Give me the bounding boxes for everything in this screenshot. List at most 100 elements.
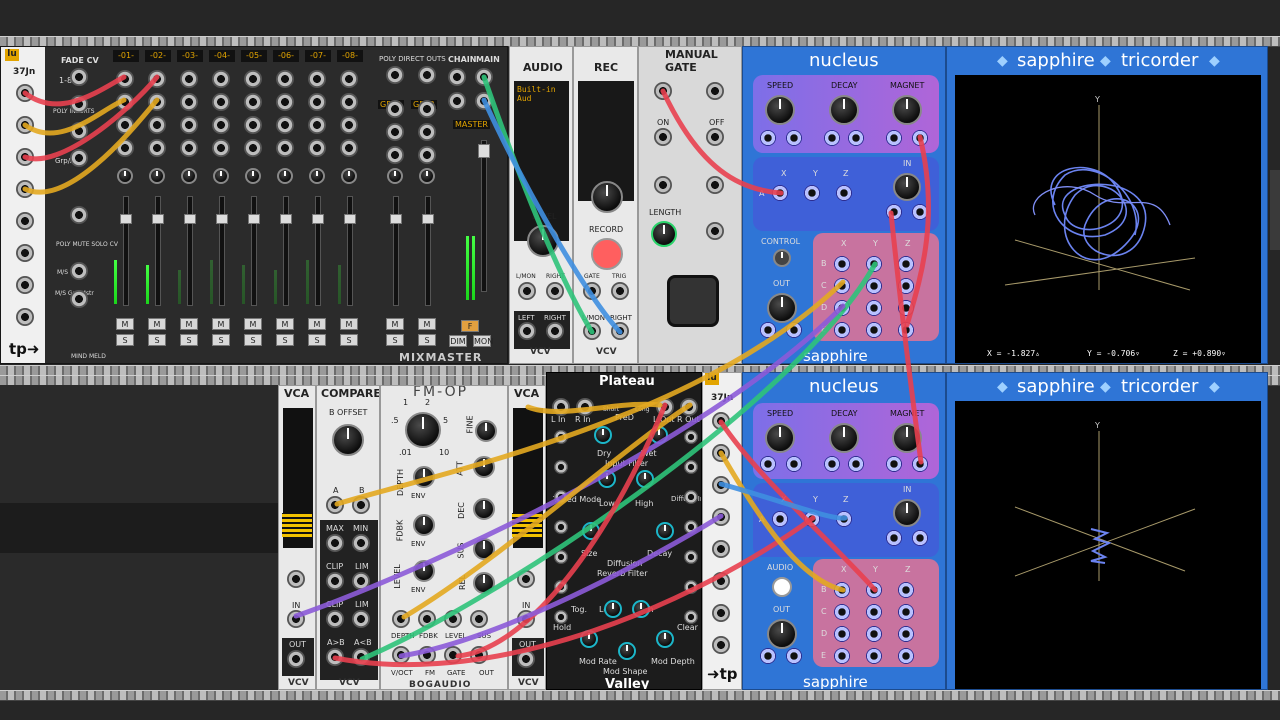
channel-input-jack[interactable]: [180, 93, 198, 111]
insert-jack[interactable]: [70, 95, 88, 113]
tp-jack[interactable]: [16, 308, 34, 326]
nucleus-bottom-magnet-knob[interactable]: [892, 423, 922, 453]
channel-input-jack[interactable]: [116, 93, 134, 111]
insert-jack[interactable]: [70, 149, 88, 167]
channel-input-jack[interactable]: [340, 139, 358, 157]
channel-fader[interactable]: [120, 214, 132, 224]
vca1-out-jack[interactable]: [287, 650, 305, 668]
channel-input-jack[interactable]: [308, 116, 326, 134]
nucleus-bottom-decay-knob[interactable]: [829, 423, 859, 453]
nucleus-output-jack[interactable]: [898, 322, 914, 338]
nucleus-output-jack[interactable]: [898, 582, 914, 598]
group-pan-knob[interactable]: [419, 168, 435, 184]
plateau-cv-jack[interactable]: [684, 430, 698, 444]
channel-input-jack[interactable]: [148, 139, 166, 157]
fmop-cv-jack[interactable]: [470, 610, 488, 628]
grp-aux-jack[interactable]: [70, 206, 88, 224]
channel-pan-knob[interactable]: [213, 168, 229, 184]
nucleus-output-jack[interactable]: [866, 626, 882, 642]
nucleus-output-jack[interactable]: [866, 648, 882, 664]
nucleus-top-magnet-knob[interactable]: [892, 95, 922, 125]
channel-fader[interactable]: [152, 214, 164, 224]
compare-boffset-knob[interactable]: [332, 424, 364, 456]
mute-button[interactable]: M: [244, 318, 262, 330]
channel-input-jack[interactable]: [148, 70, 166, 88]
channel-input-jack[interactable]: [244, 93, 262, 111]
nucleus-output-jack[interactable]: [834, 322, 850, 338]
plateau-io-jack[interactable]: [680, 398, 698, 416]
audio-right-jack[interactable]: [546, 282, 564, 300]
group-pan-knob[interactable]: [387, 168, 403, 184]
plateau-io-jack[interactable]: [576, 398, 594, 416]
solo-button[interactable]: S: [308, 334, 326, 346]
master-fade-button[interactable]: F: [461, 320, 479, 332]
audio-level-knob[interactable]: [527, 225, 559, 257]
tp-small-jack[interactable]: [712, 476, 730, 494]
rec-lmon-jack[interactable]: [583, 322, 601, 340]
dim-button[interactable]: DIM: [449, 335, 467, 347]
plateau-knob[interactable]: [636, 470, 654, 488]
nucleus-output-jack[interactable]: [834, 278, 850, 294]
fmop-io-jack[interactable]: [392, 646, 410, 664]
compare-jack[interactable]: [352, 648, 370, 666]
nucleus-out-jack-r[interactable]: [786, 322, 802, 338]
chain-l-jack[interactable]: [448, 68, 466, 86]
nucleus-output-jack[interactable]: [898, 626, 914, 642]
mute-button[interactable]: M: [340, 318, 358, 330]
compare-jack[interactable]: [352, 534, 370, 552]
group-solo-button[interactable]: S: [386, 334, 404, 346]
tp-jack[interactable]: [16, 84, 34, 102]
audio-right-out-jack[interactable]: [546, 322, 564, 340]
fmop-level-knob[interactable]: [413, 560, 435, 582]
plateau-cv-jack[interactable]: [684, 550, 698, 564]
plateau-cv-jack[interactable]: [554, 460, 568, 474]
plateau-cv-jack[interactable]: [684, 580, 698, 594]
mute-button[interactable]: M: [308, 318, 326, 330]
nucleus-output-jack[interactable]: [834, 648, 850, 664]
plateau-cv-jack[interactable]: [554, 430, 568, 444]
nucleus-output-jack[interactable]: [898, 278, 914, 294]
nucleus-output-jack[interactable]: [834, 256, 850, 272]
master-fader[interactable]: [478, 144, 490, 158]
compare-jack[interactable]: [326, 572, 344, 590]
channel-input-jack[interactable]: [180, 139, 198, 157]
nucleus-out-jack-l[interactable]: [760, 648, 776, 664]
nucleus-output-jack[interactable]: [834, 300, 850, 316]
fade-cv-jack[interactable]: [70, 68, 88, 86]
tp-jack[interactable]: [16, 212, 34, 230]
rec-level-knob[interactable]: [591, 181, 623, 213]
channel-input-jack[interactable]: [180, 116, 198, 134]
mute-solo-jack-2[interactable]: [70, 290, 88, 308]
audio-lmon-jack[interactable]: [518, 282, 536, 300]
channel-input-jack[interactable]: [244, 70, 262, 88]
solo-button[interactable]: S: [244, 334, 262, 346]
chain-r-jack[interactable]: [448, 92, 466, 110]
nucleus-input-jack[interactable]: [836, 185, 852, 201]
fmop-att-knob[interactable]: [473, 456, 495, 478]
nucleus-top-in-knob[interactable]: [893, 173, 921, 201]
tricorder-bottom-scope[interactable]: Y: [955, 401, 1261, 689]
plateau-knob[interactable]: [594, 426, 612, 444]
nucleus-output-jack[interactable]: [866, 300, 882, 316]
manual-gate-button[interactable]: [667, 275, 719, 327]
channel-input-jack[interactable]: [340, 116, 358, 134]
tp-small-jack[interactable]: [712, 540, 730, 558]
group-fader[interactable]: [390, 214, 402, 224]
nucleus-output-jack[interactable]: [834, 626, 850, 642]
manual-gate-jack[interactable]: [654, 128, 672, 146]
mute-button[interactable]: M: [276, 318, 294, 330]
nucleus-output-jack[interactable]: [898, 648, 914, 664]
channel-input-jack[interactable]: [244, 116, 262, 134]
main-r-jack[interactable]: [475, 92, 493, 110]
manual-gate-length-knob[interactable]: [651, 221, 677, 247]
compare-jack[interactable]: [352, 496, 370, 514]
channel-pan-knob[interactable]: [341, 168, 357, 184]
nucleus-input-jack[interactable]: [912, 204, 928, 220]
insert-jack[interactable]: [70, 122, 88, 140]
plateau-knob[interactable]: [632, 600, 650, 618]
group-mute-button[interactable]: M: [418, 318, 436, 330]
vca2-cv-jack[interactable]: [517, 570, 535, 588]
nucleus-input-jack[interactable]: [886, 530, 902, 546]
mute-solo-jack-1[interactable]: [70, 262, 88, 280]
plateau-knob[interactable]: [598, 470, 616, 488]
